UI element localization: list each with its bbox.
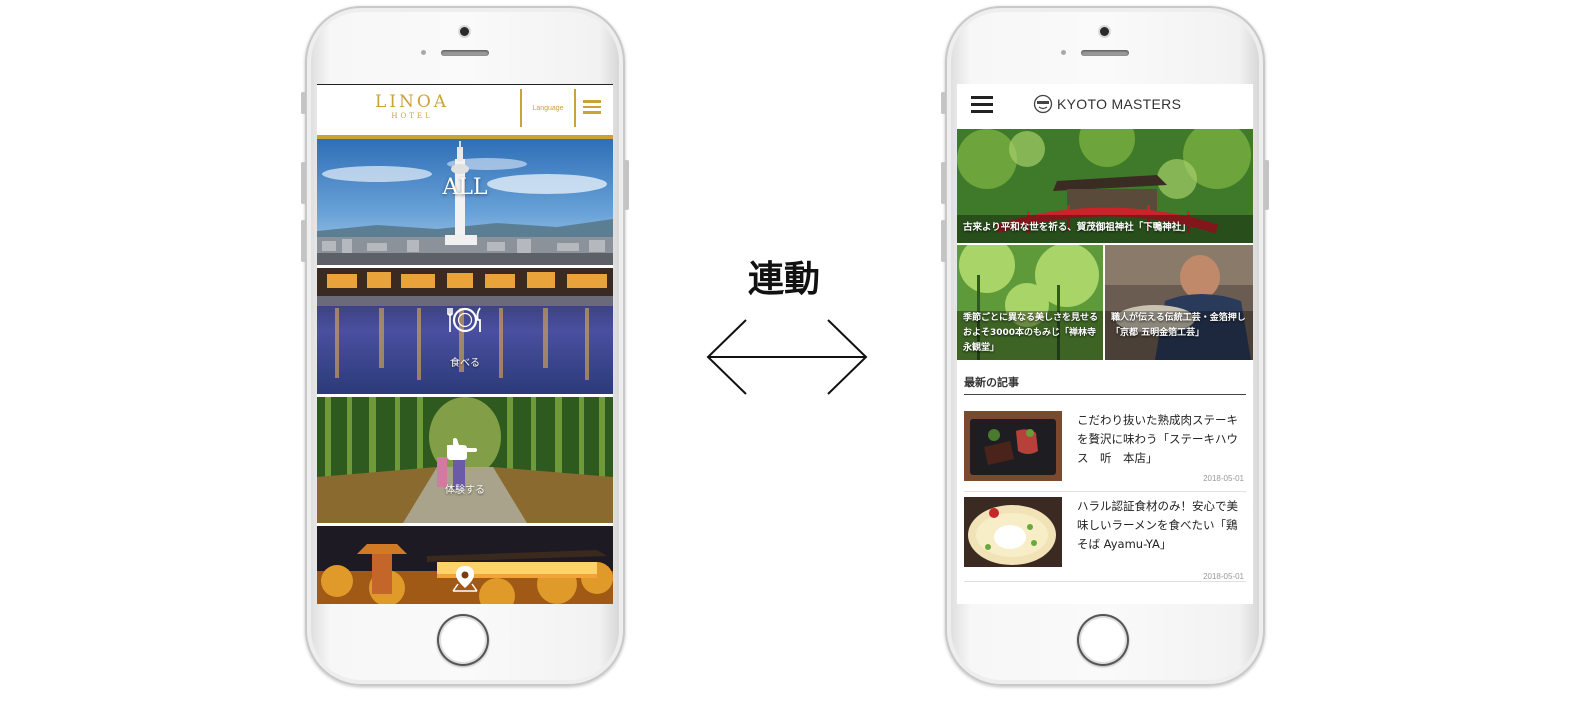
linoa-header: LINOA HOTEL Language <box>317 84 613 139</box>
article-title[interactable]: ハラル認証食材のみ！安心で美味しいラーメンを食べたい「鶏そば Ayamu-YA」 <box>1077 497 1243 554</box>
article-thumbnail <box>964 411 1062 481</box>
map-pin-icon <box>452 566 478 592</box>
hero-article[interactable]: 古来より平和な世を祈る、賀茂御祖神社「下鴨神社」 <box>957 129 1253 243</box>
article-row[interactable]: ハラル認証食材のみ！安心で美味しいラーメンを食べたい「鶏そば Ayamu-YA」… <box>964 497 1246 582</box>
volume-up-button <box>941 162 946 204</box>
earpiece-speaker <box>441 50 489 56</box>
volume-down-button <box>941 220 946 262</box>
article-title[interactable]: こだわり抜いた熟成肉ステーキを贅沢に味わう「ステーキハウス 听 本店」 <box>1077 411 1243 468</box>
tile-eat-label: 食べる <box>450 358 480 369</box>
kyoto-tower-photo <box>317 139 613 265</box>
feature-caption-2: 職人が伝える伝統工芸・金箔押し「京都 五明金箔工芸」 <box>1111 313 1246 338</box>
article-thumbnail <box>964 497 1062 567</box>
earpiece-speaker <box>1081 50 1129 56</box>
kyoto-masters-logo[interactable]: KYOTO MASTERS <box>1033 94 1181 114</box>
category-tile-map[interactable] <box>317 526 613 604</box>
linoa-logo-text: LINOA <box>374 92 450 112</box>
home-button[interactable] <box>1077 614 1129 666</box>
left-phone: LINOA HOTEL Language ALL 食べる 体験する <box>301 6 629 686</box>
gold-leaf-craftsman-photo <box>1105 245 1253 360</box>
power-button <box>624 160 629 210</box>
article-date: 2018-05-01 <box>1203 572 1244 581</box>
feature-article-2[interactable]: 職人が伝える伝統工芸・金箔押し「京都 五明金箔工芸」 <box>1105 245 1253 360</box>
tile-all-label: ALL <box>442 175 488 200</box>
sync-label: 連動 <box>748 259 821 300</box>
feature-article-1[interactable]: 季節ごとに異なる美しさを見せるおよそ3000本のもみじ「禅林寺 永観堂」 <box>957 245 1103 360</box>
double-arrow-icon <box>706 319 868 395</box>
right-phone: KYOTO MASTERS 古来より平和な世を祈る、賀茂御祖神社「下鴨神社」 季… <box>941 6 1269 686</box>
latest-articles-heading: 最新の記事 <box>964 374 1246 395</box>
hamburger-icon[interactable] <box>971 96 993 114</box>
feature-caption-1: 季節ごとに異なる美しさを見せるおよそ3000本のもみじ「禅林寺 永観堂」 <box>963 313 1099 353</box>
pointing-hand-icon <box>447 438 477 460</box>
front-camera <box>1100 27 1109 36</box>
front-camera <box>460 27 469 36</box>
volume-down-button <box>301 220 306 262</box>
category-tile-experience[interactable]: 体験する <box>317 397 613 526</box>
language-button[interactable]: Language <box>520 89 576 127</box>
hamburger-icon[interactable] <box>583 100 601 114</box>
linoa-logo[interactable]: LINOA HOTEL <box>367 94 457 121</box>
ramen-photo <box>964 497 1062 567</box>
linoa-logo-sub: HOTEL <box>391 112 433 120</box>
tile-experience-label: 体験する <box>445 485 485 496</box>
proximity-sensor <box>1061 50 1066 55</box>
article-row[interactable]: こだわり抜いた熟成肉ステーキを贅沢に味わう「ステーキハウス 听 本店」 2018… <box>964 411 1246 492</box>
category-tile-all[interactable]: ALL <box>317 139 613 268</box>
proximity-sensor <box>421 50 426 55</box>
kyoto-masters-screen: KYOTO MASTERS 古来より平和な世を祈る、賀茂御祖神社「下鴨神社」 季… <box>957 84 1253 604</box>
power-button <box>1264 160 1269 210</box>
category-tile-eat[interactable]: 食べる <box>317 268 613 397</box>
plate-fork-knife-icon <box>447 307 481 333</box>
kyoto-masters-header: KYOTO MASTERS <box>957 84 1253 127</box>
mute-switch <box>301 92 306 114</box>
kyoto-masters-mascot-icon <box>1033 94 1053 114</box>
mute-switch <box>941 92 946 114</box>
steak-photo <box>964 411 1062 481</box>
hero-caption: 古来より平和な世を祈る、賀茂御祖神社「下鴨神社」 <box>963 222 1191 233</box>
home-button[interactable] <box>437 614 489 666</box>
linoa-screen: LINOA HOTEL Language ALL 食べる 体験する <box>317 84 613 604</box>
kyoto-masters-logo-text: KYOTO MASTERS <box>1057 96 1182 112</box>
article-date: 2018-05-01 <box>1203 474 1244 483</box>
volume-up-button <box>301 162 306 204</box>
